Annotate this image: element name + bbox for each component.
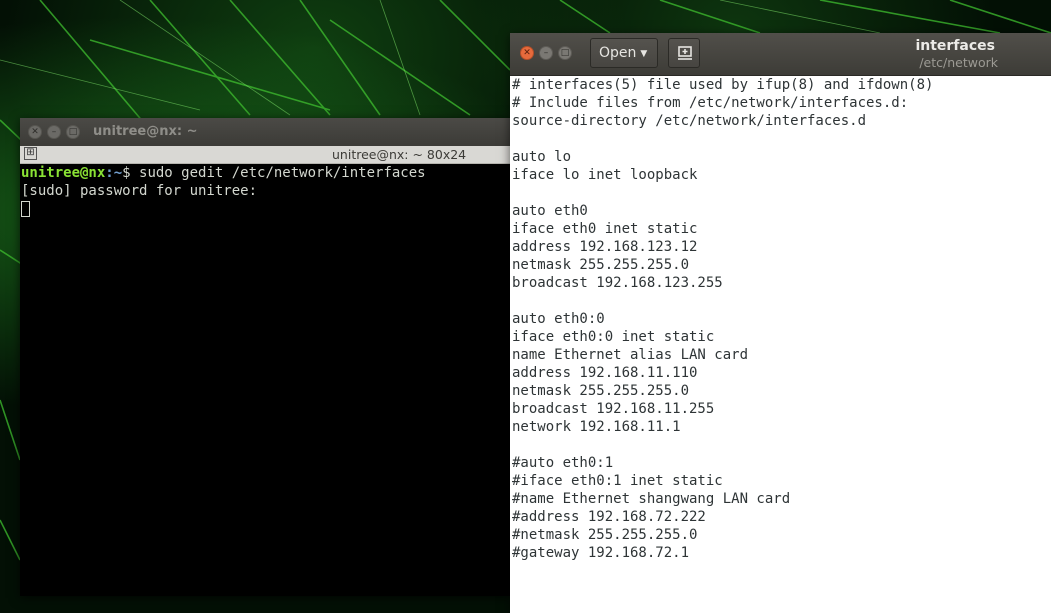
editor-line[interactable]: address 192.168.11.110 [512, 364, 1051, 382]
editor-line[interactable]: iface eth0:0 inet static [512, 328, 1051, 346]
open-button-label: Open [599, 45, 637, 61]
sudo-password-prompt: [sudo] password for unitree: [21, 183, 258, 199]
editor-line[interactable]: #netmask 255.255.255.0 [512, 526, 1051, 544]
editor-line[interactable] [512, 292, 1051, 310]
editor-line[interactable]: source-directory /etc/network/interfaces… [512, 112, 1051, 130]
editor-line[interactable] [512, 436, 1051, 454]
terminal-window[interactable]: ✕ – □ unitree@nx: ~ ⊞ unitree@nx: ~ 80x2… [20, 118, 512, 596]
prompt-symbol: $ [122, 165, 140, 181]
terminal-tab-title[interactable]: unitree@nx: ~ 80x24 [332, 147, 466, 162]
editor-line[interactable]: broadcast 192.168.11.255 [512, 400, 1051, 418]
editor-line[interactable]: network 192.168.11.1 [512, 418, 1051, 436]
close-icon[interactable]: ✕ [28, 125, 42, 139]
editor-line[interactable]: auto eth0 [512, 202, 1051, 220]
command-text: sudo gedit /etc/network/interfaces [139, 165, 426, 181]
editor-line[interactable]: auto eth0:0 [512, 310, 1051, 328]
editor-line[interactable]: broadcast 192.168.123.255 [512, 274, 1051, 292]
new-document-button[interactable] [668, 38, 700, 68]
editor-line[interactable]: #address 192.168.72.222 [512, 508, 1051, 526]
cursor-line [20, 200, 512, 218]
prompt-path: :~ [105, 165, 123, 181]
maximize-icon[interactable]: □ [66, 125, 80, 139]
editor-line[interactable]: #auto eth0:1 [512, 454, 1051, 472]
editor-line[interactable]: address 192.168.123.12 [512, 238, 1051, 256]
close-icon[interactable]: ✕ [520, 46, 534, 60]
terminal-window-title: unitree@nx: ~ [93, 124, 198, 139]
document-new-icon [678, 46, 692, 60]
text-editor-area[interactable]: # interfaces(5) file used by ifup(8) and… [510, 76, 1051, 613]
editor-line[interactable]: iface eth0 inet static [512, 220, 1051, 238]
new-tab-icon[interactable]: ⊞ [24, 147, 37, 160]
editor-line[interactable] [512, 130, 1051, 148]
open-button[interactable]: Open ▼ [590, 38, 658, 68]
editor-line[interactable]: netmask 255.255.255.0 [512, 256, 1051, 274]
maximize-icon[interactable]: □ [558, 46, 572, 60]
gedit-header-bar[interactable]: ✕ – □ Open ▼ interfaces /etc/network [510, 33, 1051, 76]
editor-line[interactable]: name Ethernet alias LAN card [512, 346, 1051, 364]
editor-line[interactable]: #name Ethernet shangwang LAN card [512, 490, 1051, 508]
gedit-window[interactable]: ✕ – □ Open ▼ interfaces /etc/network # in… [510, 33, 1051, 613]
editor-line[interactable]: netmask 255.255.255.0 [512, 382, 1051, 400]
text-cursor [21, 201, 30, 217]
minimize-icon[interactable]: – [539, 46, 553, 60]
terminal-tab-bar: ⊞ unitree@nx: ~ 80x24 [20, 146, 512, 164]
chevron-down-icon: ▼ [640, 49, 648, 59]
editor-line[interactable]: # Include files from /etc/network/interf… [512, 94, 1051, 112]
editor-line[interactable] [512, 184, 1051, 202]
terminal-output[interactable]: unitree@nx:~$ sudo gedit /etc/network/in… [20, 164, 512, 596]
editor-line[interactable]: iface lo inet loopback [512, 166, 1051, 184]
document-path: /etc/network [919, 55, 998, 70]
editor-line[interactable]: #iface eth0:1 inet static [512, 472, 1051, 490]
editor-line[interactable]: auto lo [512, 148, 1051, 166]
prompt-user-host: unitree@nx [21, 165, 106, 181]
document-title: interfaces [915, 38, 995, 54]
command-line: unitree@nx:~$ sudo gedit /etc/network/in… [20, 164, 512, 182]
editor-line[interactable]: #gateway 192.168.72.1 [512, 544, 1051, 562]
minimize-icon[interactable]: – [47, 125, 61, 139]
editor-line[interactable]: # interfaces(5) file used by ifup(8) and… [512, 76, 1051, 94]
terminal-titlebar[interactable]: ✕ – □ unitree@nx: ~ [20, 118, 512, 146]
